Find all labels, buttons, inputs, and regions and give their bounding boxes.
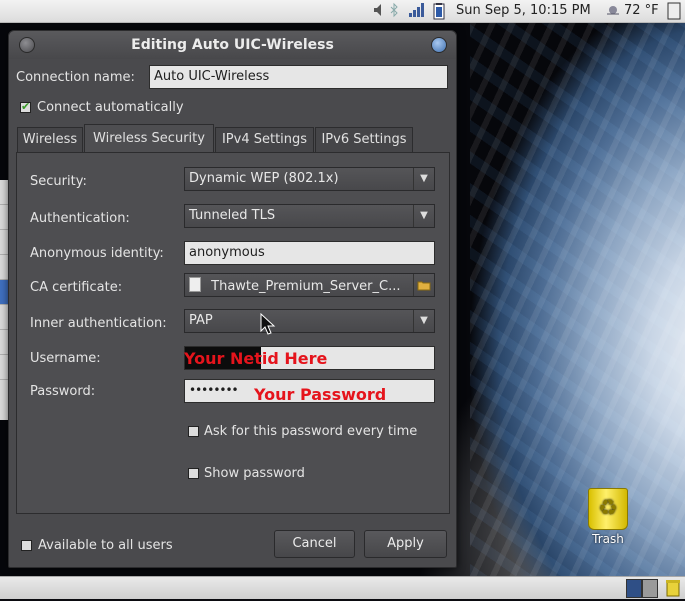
connection-name-label: Connection name:: [16, 70, 135, 85]
workspace-1-button[interactable]: [626, 579, 642, 598]
available-all-users-checkbox[interactable]: [21, 540, 32, 551]
weather-temperature[interactable]: 72 °F: [624, 2, 659, 20]
inner-authentication-value: PAP: [189, 313, 213, 328]
show-password-label: Show password: [204, 466, 305, 481]
folder-icon[interactable]: [413, 274, 434, 296]
available-all-users-label: Available to all users: [38, 538, 173, 553]
trash-desktop-icon[interactable]: ♻ Trash: [585, 488, 631, 546]
inner-authentication-label: Inner authentication:: [30, 316, 167, 331]
inner-authentication-select[interactable]: PAP ▼: [184, 309, 435, 333]
network-signal-icon[interactable]: [408, 2, 426, 20]
dialog-titlebar[interactable]: Editing Auto UIC-Wireless: [9, 31, 456, 59]
ask-password-label: Ask for this password every time: [204, 424, 418, 439]
password-dots: ••••••••: [189, 383, 239, 397]
anonymous-identity-label: Anonymous identity:: [30, 246, 164, 261]
security-select-value: Dynamic WEP (802.1x): [189, 171, 339, 186]
volume-icon[interactable]: [372, 2, 386, 20]
trash-icon: ♻: [588, 488, 628, 530]
file-icon: [189, 277, 201, 292]
mouse-cursor-icon: [260, 313, 276, 335]
password-annotation: Your Password: [254, 385, 387, 404]
ca-certificate-chooser[interactable]: Thawte_Premium_Server_C...: [184, 273, 435, 297]
bluetooth-icon[interactable]: [388, 2, 406, 20]
ca-certificate-value: Thawte_Premium_Server_C...: [211, 279, 401, 294]
ca-certificate-label: CA certificate:: [30, 280, 123, 295]
show-password-checkbox[interactable]: [188, 468, 199, 479]
username-label: Username:: [30, 351, 101, 366]
tab-wireless-security[interactable]: Wireless Security: [84, 124, 214, 154]
trash-label: Trash: [592, 532, 624, 546]
user-icon[interactable]: [667, 2, 681, 20]
edit-connection-dialog: Editing Auto UIC-Wireless Connection nam…: [8, 30, 457, 568]
dialog-title: Editing Auto UIC-Wireless: [131, 37, 334, 53]
trash-applet-icon[interactable]: [664, 578, 682, 597]
apply-button[interactable]: Apply: [364, 530, 447, 558]
top-panel: Sun Sep 5, 10:15 PM 72 °F: [0, 0, 685, 23]
tab-ipv4-settings[interactable]: IPv4 Settings: [215, 127, 314, 153]
connection-name-input[interactable]: Auto UIC-Wireless: [149, 65, 448, 89]
tab-wireless[interactable]: Wireless: [17, 127, 83, 153]
chevron-down-icon: ▼: [413, 168, 434, 190]
battery-icon[interactable]: [432, 2, 446, 20]
cancel-button[interactable]: Cancel: [274, 530, 355, 558]
security-label: Security:: [30, 174, 87, 189]
chevron-down-icon: ▼: [413, 310, 434, 332]
authentication-label: Authentication:: [30, 211, 130, 226]
password-label: Password:: [30, 384, 96, 399]
tab-ipv6-settings[interactable]: IPv6 Settings: [315, 127, 413, 153]
username-annotation: Your Netid Here: [184, 349, 328, 368]
anonymous-identity-input[interactable]: anonymous: [184, 241, 435, 265]
authentication-select[interactable]: Tunneled TLS ▼: [184, 204, 435, 228]
chevron-down-icon: ▼: [413, 205, 434, 227]
ask-password-checkbox[interactable]: [188, 426, 199, 437]
bottom-panel: [0, 576, 685, 599]
workspace-2-button[interactable]: [642, 579, 658, 598]
wireless-security-pane: Security: Dynamic WEP (802.1x) ▼ Authent…: [16, 152, 450, 514]
connect-automatically-label: Connect automatically: [37, 100, 184, 115]
connect-automatically-checkbox[interactable]: [20, 100, 31, 113]
weather-icon[interactable]: [605, 2, 621, 20]
clock[interactable]: Sun Sep 5, 10:15 PM: [456, 2, 591, 20]
security-select[interactable]: Dynamic WEP (802.1x) ▼: [184, 167, 435, 191]
authentication-select-value: Tunneled TLS: [189, 208, 276, 223]
close-button[interactable]: [431, 37, 447, 53]
